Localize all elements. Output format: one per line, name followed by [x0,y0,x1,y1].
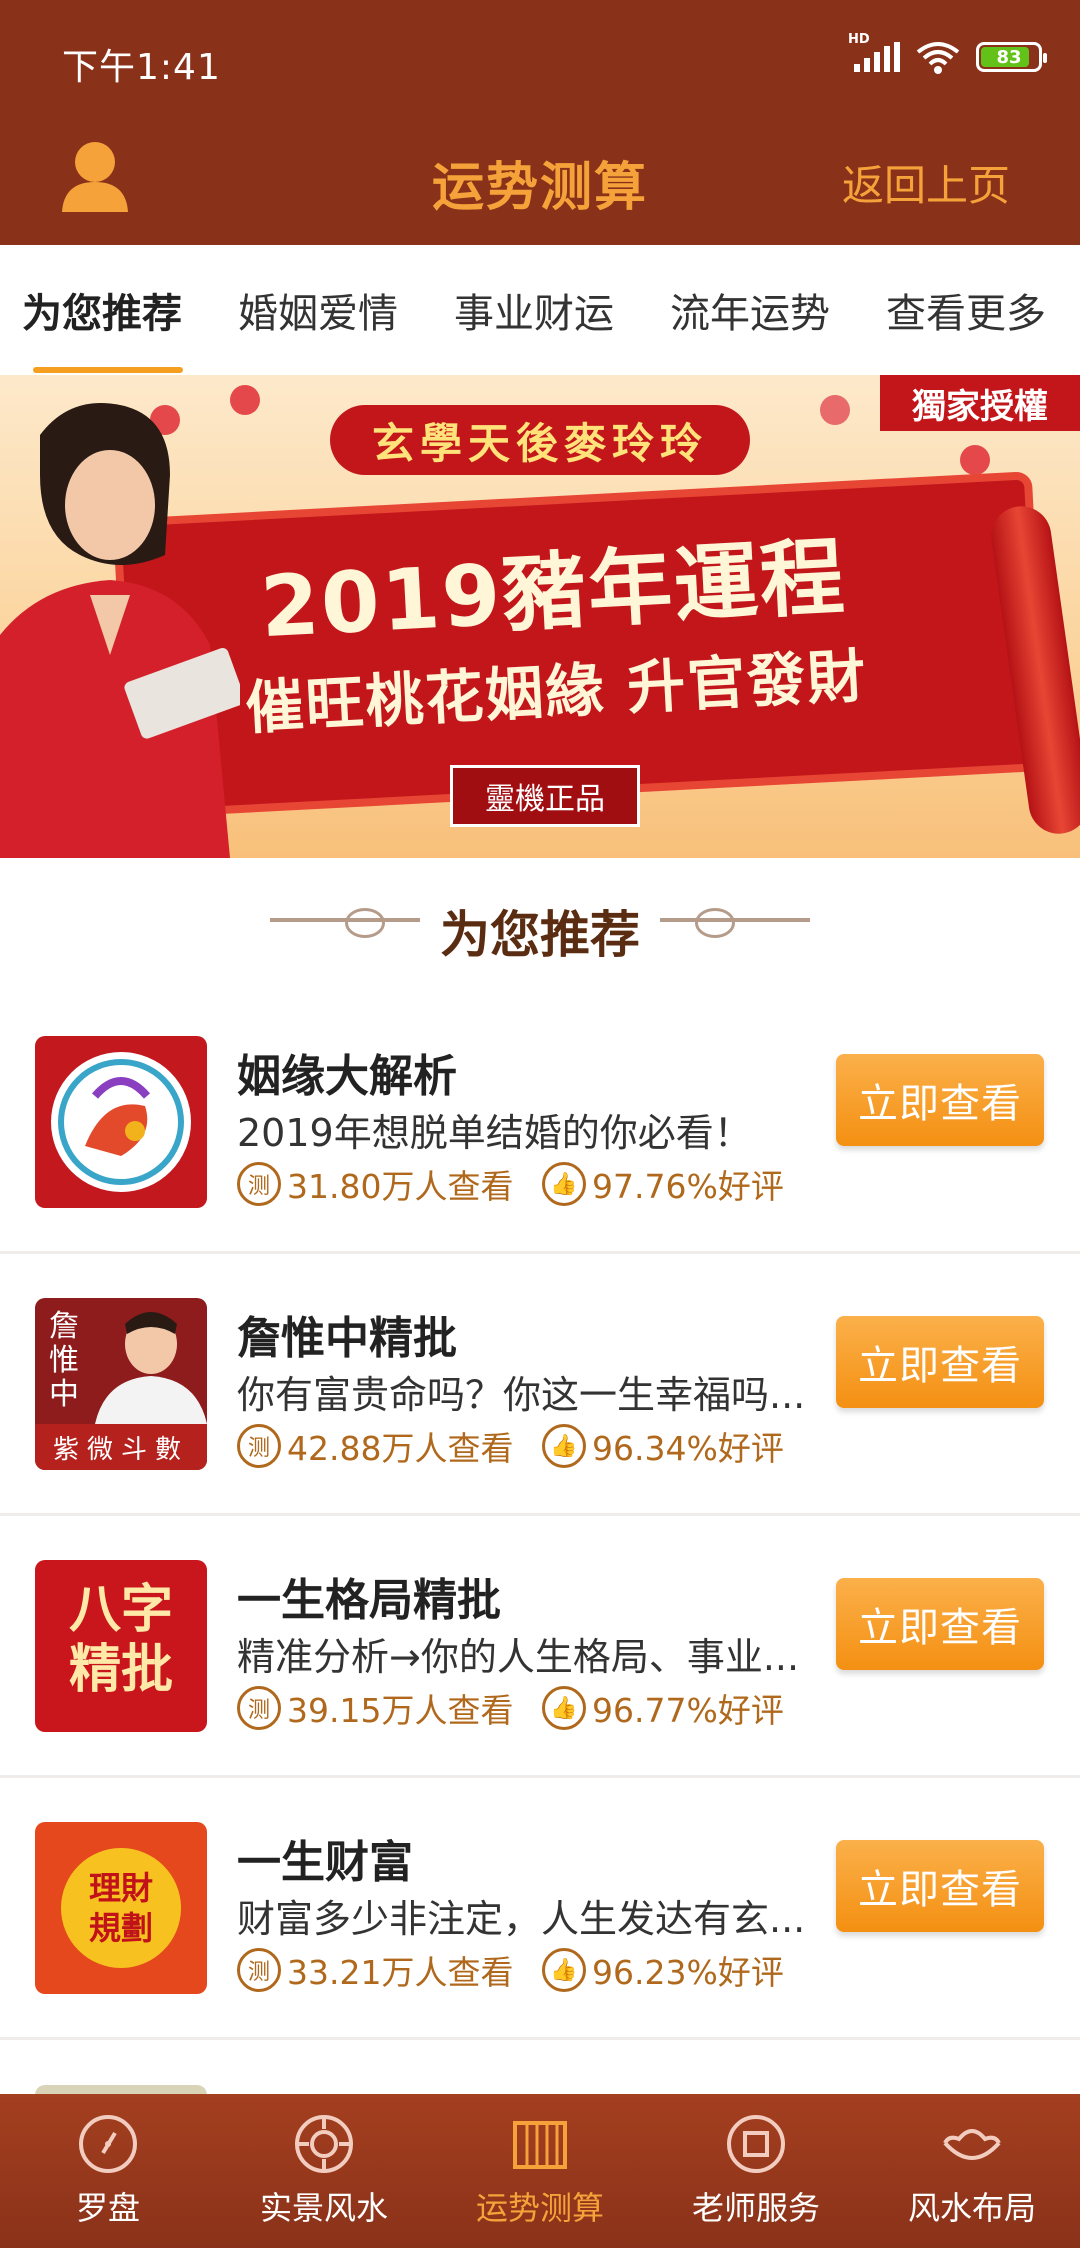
item-views: 测 39.15万人查看 [237,1684,513,1732]
thumb-person [95,1312,207,1424]
item-views: 测 33.21万人查看 [237,1946,513,1994]
item-title: 詹惟中精批 [237,1313,457,1364]
section-divider-right [660,918,810,922]
nav-compass[interactable]: 罗盘 [0,2094,216,2248]
nav-label: 罗盘 [75,2189,140,2227]
list-item[interactable]: 八字精批 一生格局精批 精准分析→你的人生格局、事业... 测 39.15万人查… [0,1516,1080,1778]
item-rating-text: 96.23%好评 [592,1953,784,1992]
ingot-icon [943,2129,1001,2160]
item-views-text: 31.80万人查看 [287,1167,514,1206]
promo-banner[interactable]: 玄學天後麥玲玲 獨家授權 2019豬年運程 催旺桃花姻緣 升官發財 靈機正品 [0,375,1080,858]
item-rating-text: 96.34%好评 [592,1429,784,1468]
item-thumbnail: 詹惟中 紫微斗數 [35,1298,207,1470]
item-rating-text: 96.77%好评 [592,1691,784,1730]
item-rating: 👍 96.34%好评 [542,1422,784,1470]
item-thumbnail [35,1036,207,1208]
item-description: 财富多少非注定，人生发达有玄... [237,1897,806,1941]
thumb-text: 理財規劃 [88,1869,153,1947]
test-icon: 测 [237,1686,281,1730]
signal-icon: HD [848,32,900,72]
item-thumbnail: 理財規劃 [35,1822,207,1994]
active-tab-indicator [33,367,183,373]
list-item[interactable]: 詹惟中 紫微斗數 詹惟中精批 你有富贵命吗？你这一生幸福吗... 测 42.88… [0,1254,1080,1516]
item-rating: 👍 96.77%好评 [542,1684,784,1732]
list-item[interactable]: 理財規劃 一生财富 财富多少非注定，人生发达有玄... 测 33.21万人查看 … [0,1778,1080,2040]
item-views-text: 42.88万人查看 [287,1429,514,1468]
item-description: 2019年想脱单结婚的你必看！ [237,1111,752,1155]
thumb-text: 八字精批 [68,1580,173,1700]
item-rating-text: 97.76%好评 [592,1167,784,1206]
test-icon: 测 [237,1162,281,1206]
view-now-button[interactable]: 立即查看 [836,1578,1044,1670]
category-tabs: 为您推荐 婚姻爱情 事业财运 流年运势 查看更多 [0,245,1080,375]
view-now-button[interactable]: 立即查看 [836,1840,1044,1932]
top-bar: 下午1:41 HD 83 运势测算 返回上页 [0,0,1080,245]
nav-label: 风水布局 [907,2189,1036,2227]
scroll-icon [513,2121,567,2169]
item-title: 一生财富 [237,1837,413,1888]
view-now-button[interactable]: 立即查看 [836,1316,1044,1408]
section-curl-right [695,908,735,938]
item-rating: 👍 97.76%好评 [542,1160,784,1208]
battery-icon: 83 [976,42,1047,72]
item-views-text: 39.15万人查看 [287,1691,514,1730]
nav-label: 运势测算 [475,2189,604,2227]
nav-fengshui-layout[interactable]: 风水布局 [864,2094,1080,2248]
banner-tag: 獨家授權 [880,375,1080,431]
banner-seal: 靈機正品 [450,765,640,827]
thumbs-up-icon: 👍 [542,1948,586,1992]
view-now-button[interactable]: 立即查看 [836,1054,1044,1146]
item-views: 测 31.80万人查看 [237,1160,513,1208]
nav-label: 实景风水 [259,2189,388,2227]
thumbs-up-icon: 👍 [542,1686,586,1730]
thumb-vertical-text: 詹惟中 [49,1309,79,1412]
tab-career-wealth[interactable]: 事业财运 [454,281,614,339]
target-icon [295,2115,353,2173]
nav-real-scene-fengshui[interactable]: 实景风水 [216,2094,432,2248]
network-type: HD [848,32,870,47]
status-time: 下午1:41 [62,47,221,88]
list-item[interactable]: 姻缘大解析 2019年想脱单结婚的你必看！ 测 31.80万人查看 👍 97.7… [0,992,1080,1254]
item-views: 测 42.88万人查看 [237,1422,513,1470]
nav-teacher-service[interactable]: 老师服务 [648,2094,864,2248]
nav-label: 老师服务 [691,2189,820,2227]
thumbs-up-icon: 👍 [542,1424,586,1468]
item-description: 你有富贵命吗？你这一生幸福吗... [237,1373,806,1417]
item-title: 姻缘大解析 [237,1051,457,1102]
test-icon: 测 [237,1948,281,1992]
item-description: 精准分析→你的人生格局、事业... [237,1635,800,1679]
battery-level: 83 [996,46,1022,68]
test-icon: 测 [237,1424,281,1468]
tab-more[interactable]: 查看更多 [886,281,1046,339]
status-icons: HD 83 [848,32,1047,74]
nav-fortune[interactable]: 运势测算 [432,2094,648,2248]
banner-person-image [0,403,240,858]
thumbs-up-icon: 👍 [542,1162,586,1206]
thumb-badge: 紫微斗數 [35,1424,207,1470]
section-title: 为您推荐 [440,906,640,964]
wifi-icon [916,42,960,74]
item-rating: 👍 96.23%好评 [542,1946,784,1994]
back-link[interactable]: 返回上页 [842,152,1010,213]
banner-top-text: 玄學天後麥玲玲 [330,405,750,475]
compass-icon [79,2115,137,2173]
coin-icon [727,2115,785,2173]
item-views-text: 33.21万人查看 [287,1953,514,1992]
tab-yearly-fortune[interactable]: 流年运势 [670,281,830,339]
bottom-nav: 罗盘 实景风水 运势测算 老师服务 风水布局 [0,2094,1080,2248]
item-title: 一生格局精批 [237,1575,501,1626]
item-thumbnail: 八字精批 [35,1560,207,1732]
tab-recommended[interactable]: 为您推荐 [22,281,182,339]
tab-marriage-love[interactable]: 婚姻爱情 [238,281,398,339]
